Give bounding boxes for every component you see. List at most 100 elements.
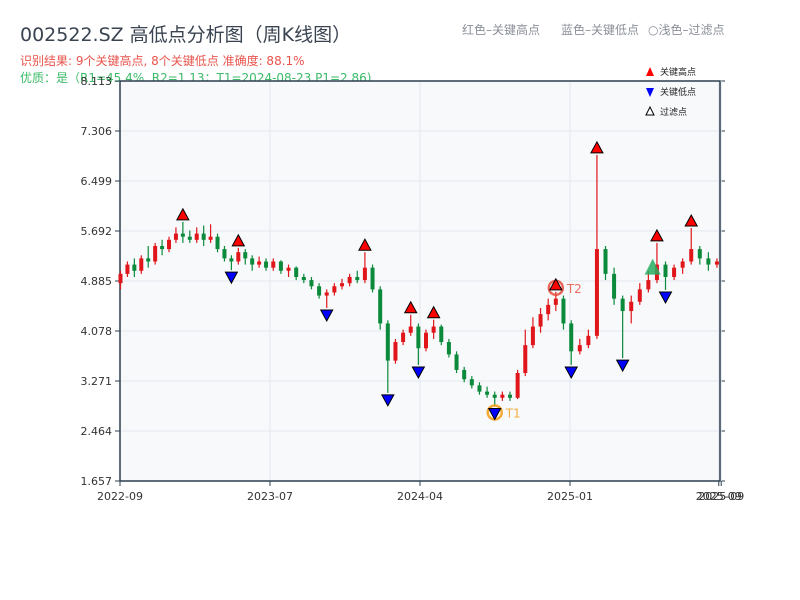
candle-body [324,292,329,296]
x-tick-label: 2025-01 [547,490,593,503]
candle-body [469,379,474,386]
candle-body [439,326,444,343]
candle [515,369,520,400]
candle-body [538,314,543,327]
candle-body [546,304,551,315]
candle-body [637,289,642,302]
candle-body [139,258,144,271]
candle-body [236,252,241,262]
candle-body [492,394,497,398]
candle-body [561,298,566,324]
candle-body [553,298,558,305]
candle-body [672,267,677,277]
candle-body [180,233,185,237]
legend-label: 过滤点 [660,106,687,118]
candle-body [706,258,711,265]
candle-body [680,261,685,268]
candle-body [294,267,299,277]
candle-body [125,264,130,274]
candle-body [508,394,512,398]
candle-body [393,342,398,361]
candle [378,286,383,330]
candle-body [646,280,651,290]
candle-body [146,258,151,262]
annotation-label: T1 [505,406,521,420]
candle-body [132,264,137,271]
candle-body [355,276,360,281]
candle-body [301,276,306,281]
candle-body [530,326,535,346]
candle-body [208,236,213,240]
legend-label: 关键低点 [660,86,696,98]
candle-body [620,298,625,312]
candle-body [603,249,608,274]
x-tick-label: 2024-04 [397,490,443,503]
candle-body [201,233,206,240]
candle [393,338,398,364]
annotation-label: T2 [566,282,582,296]
y-tick-label: 1.657 [81,475,113,488]
candle-body [167,239,172,250]
candle-body [515,373,520,398]
candle-body [362,267,367,281]
candle-body [431,326,436,333]
candle-body [340,283,344,287]
candle-body [629,301,634,312]
candle-body [243,252,248,259]
candle-body [257,261,262,265]
candle-body [153,245,158,262]
x-tick-label: 2023-07 [247,490,293,503]
candle-body [523,345,528,374]
y-tick-label: 8.113 [81,75,113,88]
candle-body [663,264,668,277]
y-tick-label: 7.306 [81,125,113,138]
candle [153,242,158,265]
candle-body [229,258,234,262]
candle-body [278,261,283,271]
candle-body [385,323,390,361]
candle-body [577,345,582,352]
candle [424,329,428,352]
candle-body [594,249,599,336]
chart-figure: 002522.SZ 高低点分析图（周K线图） 识别结果: 9个关键高点, 8个关… [0,0,800,600]
candlestick-plot: 1.657 2.464 3.271 4.078 4.885 5.692 6.499 7.306… [81,66,745,503]
candle-body [332,286,337,293]
y-tick-label: 6.499 [81,175,113,188]
candle-body [309,280,314,287]
candle-body [264,261,269,268]
candle-body [714,261,719,265]
candle-body [317,286,322,296]
candle-body [697,249,702,259]
candle-body [408,326,413,333]
candle-body [416,326,421,349]
x-tick-label: 2022-09 [97,490,143,503]
candle-body [194,233,199,240]
candle-body [446,342,451,355]
candle-body [401,332,406,343]
y-tick-label: 4.078 [81,325,113,338]
candle-body [586,335,591,346]
candle-body [424,332,428,349]
y-tick-label: 3.271 [81,375,113,388]
y-tick-label: 4.885 [81,275,113,288]
legend-label: 关键高点 [660,66,696,78]
candle-body [477,385,482,392]
candle-body [500,394,505,398]
candle [454,351,459,374]
candle-body [173,233,178,240]
y-tick-label: 2.464 [81,425,113,438]
y-tick-label: 5.692 [81,225,113,238]
candle-body [160,245,165,250]
candle-body [286,267,291,271]
candle-body [462,369,467,380]
candle-body [271,261,276,268]
candle-body [250,258,255,265]
candle-body [187,236,192,240]
candle-body [378,289,383,324]
candle-body [215,236,220,250]
candle-body [689,249,694,262]
x-tick-label: 2025-09 [698,490,744,503]
candle-body [222,249,227,259]
candle-body [118,273,123,284]
candle-body [347,276,352,284]
